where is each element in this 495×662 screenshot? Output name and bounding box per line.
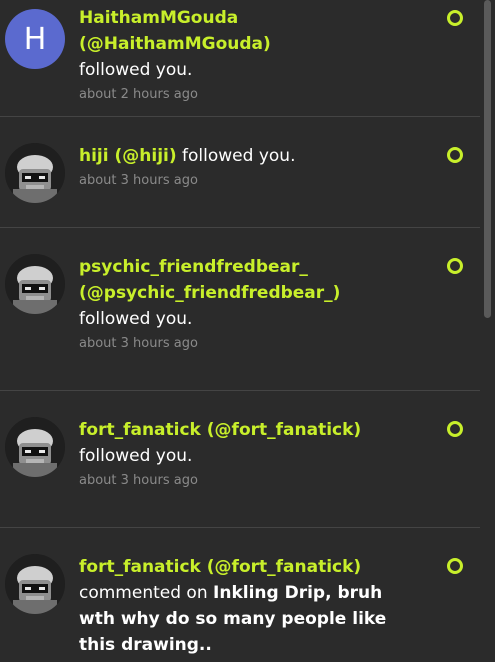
timestamp: about 3 hours ago	[79, 473, 198, 488]
robot-avatar-icon	[5, 254, 65, 314]
avatar[interactable]: H	[5, 9, 65, 69]
unread-dot-icon[interactable]	[447, 558, 463, 574]
unread-dot-icon[interactable]	[447, 421, 463, 437]
timestamp: about 2 hours ago	[79, 87, 198, 102]
action-text: followed you.	[182, 146, 296, 166]
notification-item[interactable]: hiji (@hiji) followed you. about 3 hours…	[0, 117, 480, 228]
robot-avatar-icon	[5, 554, 65, 614]
avatar[interactable]	[5, 554, 65, 614]
user-link[interactable]: psychic_friendfredbear_ (@psychic_friend…	[79, 257, 340, 303]
user-link[interactable]: hiji (@hiji)	[79, 146, 177, 166]
scrollbar-thumb[interactable]	[484, 0, 491, 318]
unread-dot-icon[interactable]	[447, 10, 463, 26]
notification-feed: H HaithamMGouda (@HaithamMGouda) followe…	[0, 0, 480, 662]
avatar-letter: H	[23, 21, 47, 57]
avatar[interactable]	[5, 417, 65, 477]
timestamp: about 3 hours ago	[79, 336, 198, 351]
notification-item[interactable]: H HaithamMGouda (@HaithamMGouda) followe…	[0, 0, 480, 117]
timestamp: about 3 hours ago	[79, 173, 198, 188]
user-link[interactable]: HaithamMGouda (@HaithamMGouda)	[79, 8, 271, 54]
notification-item[interactable]: fort_fanatick (@fort_fanatick) followed …	[0, 391, 480, 528]
robot-avatar-icon	[5, 417, 65, 477]
unread-dot-icon[interactable]	[447, 147, 463, 163]
notification-item[interactable]: psychic_friendfredbear_ (@psychic_friend…	[0, 228, 480, 391]
user-link[interactable]: fort_fanatick (@fort_fanatick)	[79, 420, 361, 440]
action-text: followed you.	[79, 60, 193, 80]
action-text: followed you.	[79, 446, 193, 466]
unread-dot-icon[interactable]	[447, 258, 463, 274]
avatar[interactable]	[5, 143, 65, 203]
action-text: commented on	[79, 583, 208, 603]
user-link[interactable]: fort_fanatick (@fort_fanatick)	[79, 557, 361, 577]
avatar[interactable]	[5, 254, 65, 314]
scrollbar[interactable]	[480, 0, 495, 662]
robot-avatar-icon	[5, 143, 65, 203]
action-text: followed you.	[79, 309, 193, 329]
notification-item[interactable]: fort_fanatick (@fort_fanatick) commented…	[0, 528, 480, 662]
